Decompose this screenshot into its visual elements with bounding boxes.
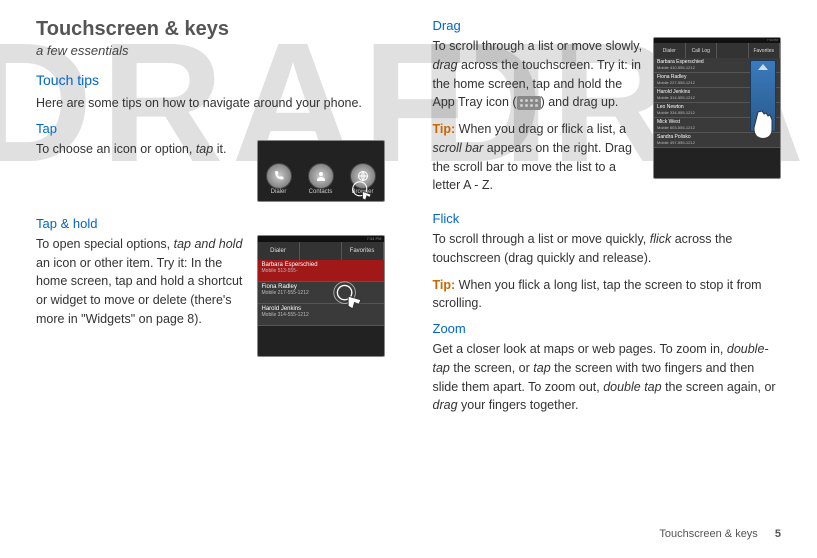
contacts-label: Contacts [308, 189, 334, 195]
th-row-1: Barbara EsperschiedMobile 513-555- [258, 260, 384, 282]
dg-tab-1: Call Log [686, 43, 718, 58]
page-footer: Touchscreen & keys 5 [659, 528, 781, 540]
th-tab-dialer: Dialer [258, 242, 300, 260]
heading-tap-hold: Tap & hold [36, 216, 385, 231]
heading-zoom: Zoom [433, 321, 782, 336]
page-title: Touchscreen & keys [36, 18, 385, 41]
dg-tab-0: Dialer [654, 43, 686, 58]
page-subtitle: a few essentials [36, 43, 385, 58]
figure-tap: Dialer Contacts Browser [257, 140, 385, 202]
dg-tab-3: Favorites [749, 43, 781, 58]
dg-tab-2 [717, 43, 749, 58]
app-tray-icon [517, 96, 541, 110]
dialer-icon [266, 163, 292, 189]
footer-section: Touchscreen & keys [659, 528, 757, 540]
footer-page-number: 5 [775, 528, 781, 540]
heading-touch-tips: Touch tips [36, 72, 385, 88]
figure-tap-hold: 7:34 PM Dialer Favorites Barbara Espersc… [257, 235, 385, 357]
tap-hand-icon [350, 179, 378, 207]
heading-tap: Tap [36, 121, 385, 136]
th-tab-fav: Favorites [342, 242, 384, 260]
dialer-label: Dialer [266, 189, 292, 195]
flick-tip: Tip: When you flick a long list, tap the… [433, 276, 782, 314]
heading-flick: Flick [433, 211, 782, 226]
left-column: Touchscreen & keys a few essentials Touc… [36, 18, 385, 423]
zoom-paragraph: Get a closer look at maps or web pages. … [433, 340, 782, 415]
heading-drag: Drag [433, 18, 782, 33]
taphold-hand-icon [332, 280, 368, 316]
contacts-icon [308, 163, 334, 189]
right-column: Drag 7:34 PM Dialer Call Log Favorites B… [433, 18, 782, 423]
figure-drag: 7:34 PM Dialer Call Log Favorites Barbar… [653, 37, 781, 179]
drag-hand-icon [746, 106, 781, 146]
flick-paragraph: To scroll through a list or move quickly… [433, 230, 782, 268]
touch-tips-paragraph: Here are some tips on how to navigate ar… [36, 94, 385, 113]
th-tab-mid [300, 242, 342, 260]
